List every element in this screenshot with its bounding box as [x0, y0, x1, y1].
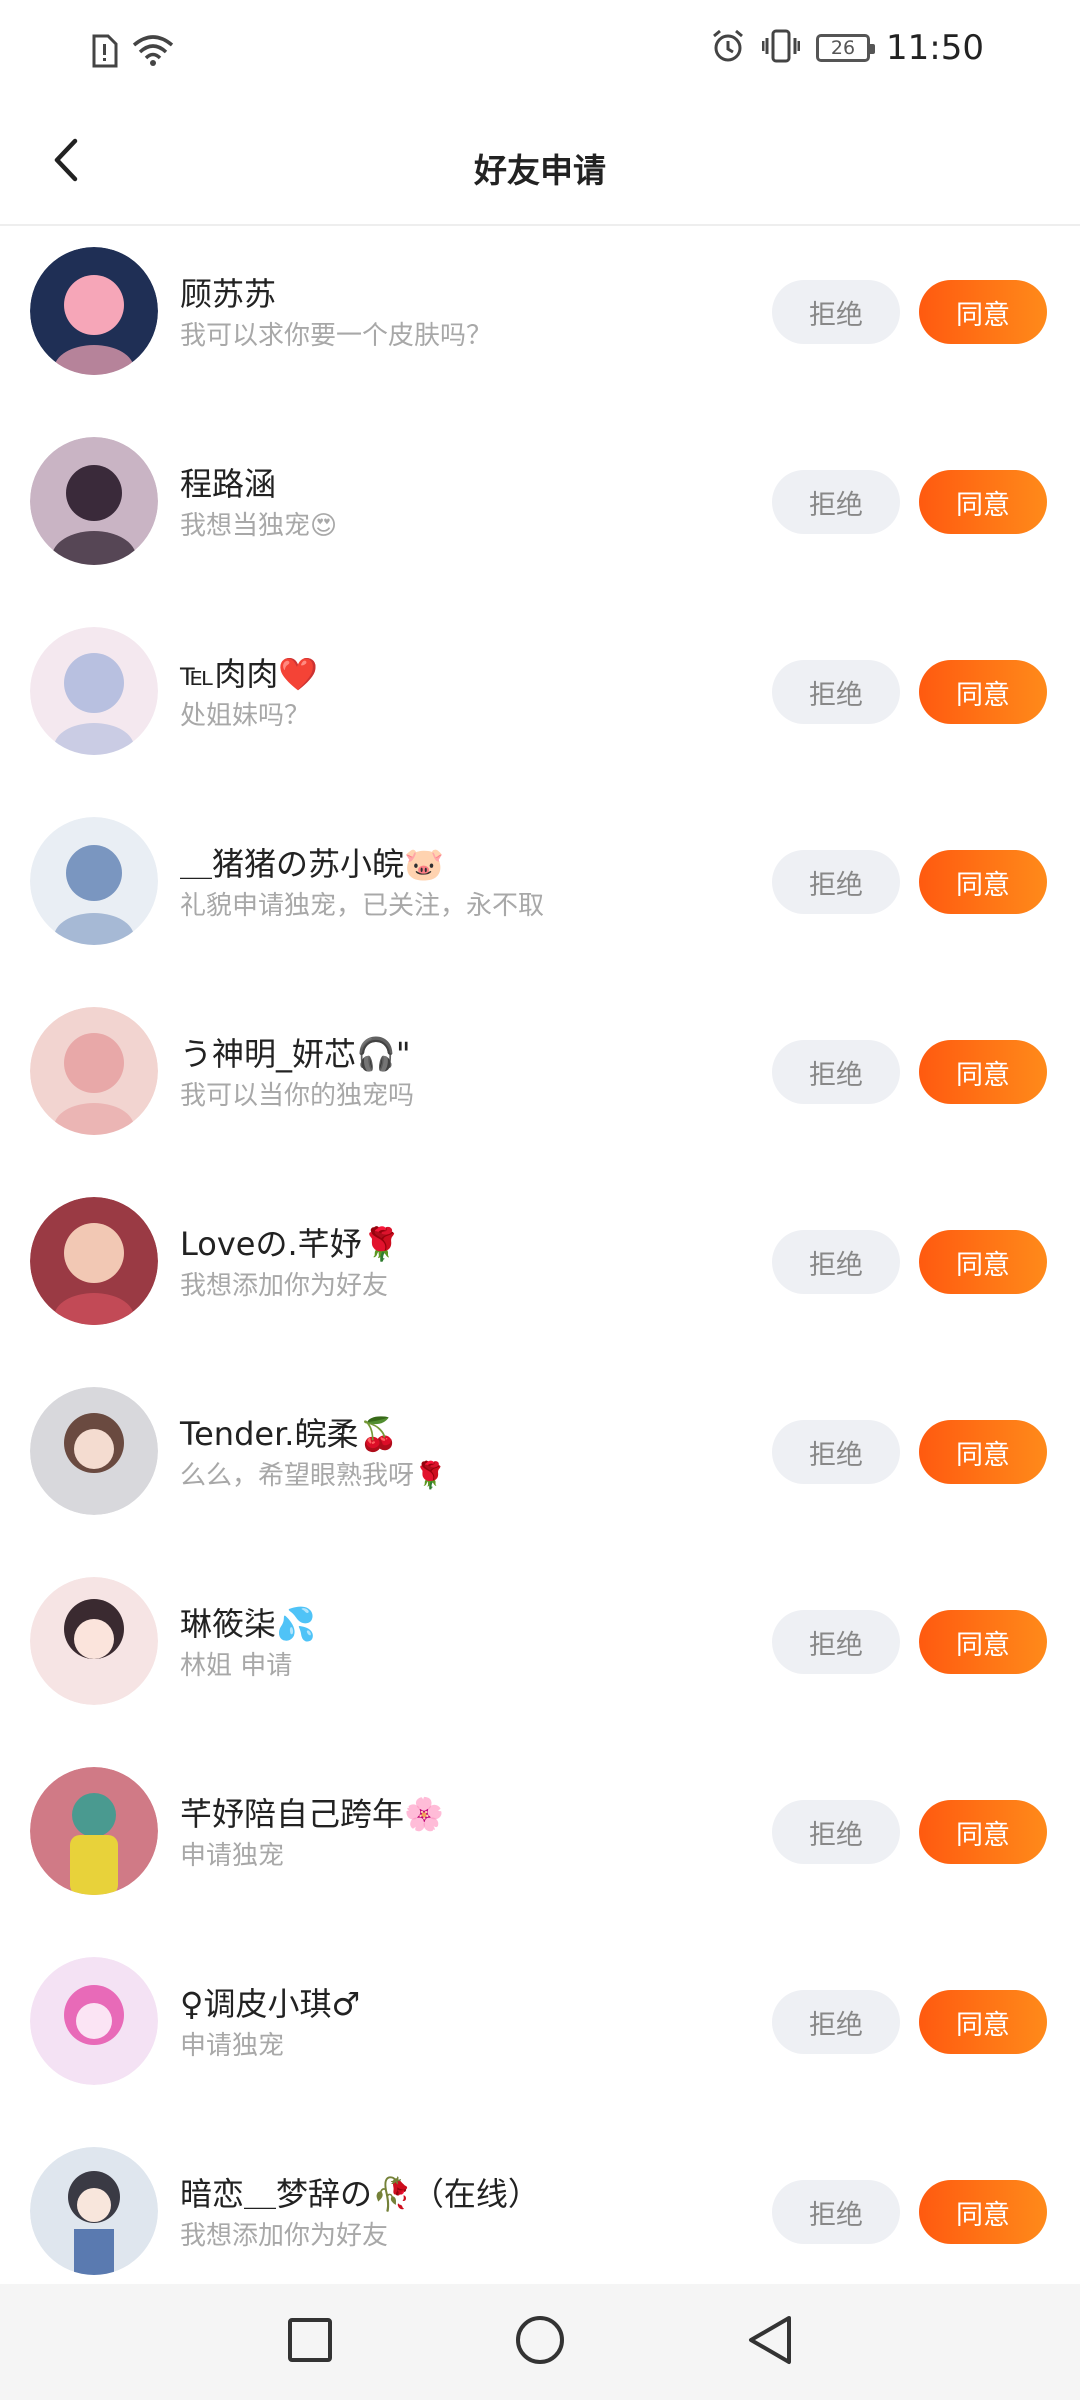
request-message: 我想添加你为好友: [180, 1271, 389, 1301]
requester-name: Tender.皖柔🍒: [180, 1415, 399, 1453]
request-item: 程路涵 我想当独宠😍 拒绝 同意: [0, 416, 1080, 606]
page-title: 好友申请: [474, 151, 606, 190]
status-bar: 26 11:50: [0, 0, 1080, 104]
system-back-button[interactable]: [738, 2310, 802, 2374]
requester-name: ♀调皮小琪♂: [180, 1985, 361, 2023]
accept-button[interactable]: 同意: [919, 1230, 1047, 1294]
avatar[interactable]: [30, 2147, 158, 2275]
request-item: ♀调皮小琪♂ 申请独宠 拒绝 同意: [0, 1936, 1080, 2126]
request-message: 申请独宠: [180, 1841, 285, 1871]
request-item: Loveの.芊妤🌹 我想添加你为好友 拒绝 同意: [0, 1176, 1080, 1366]
reject-button[interactable]: 拒绝: [772, 660, 900, 724]
status-left: [90, 34, 174, 72]
request-message: 么么，希望眼熟我呀🌹: [180, 1461, 447, 1491]
avatar[interactable]: [30, 1007, 158, 1135]
avatar[interactable]: [30, 817, 158, 945]
request-item: ℡肉肉❤️ 处姐妹吗？ 拒绝 同意: [0, 606, 1080, 796]
system-nav-bar: [0, 2284, 1080, 2400]
avatar[interactable]: [30, 1387, 158, 1515]
home-circle-icon: [514, 2314, 566, 2370]
reject-button[interactable]: 拒绝: [772, 1610, 900, 1674]
avatar[interactable]: [30, 247, 158, 375]
reject-button[interactable]: 拒绝: [772, 1990, 900, 2054]
avatar[interactable]: [30, 1767, 158, 1895]
request-item: Tender.皖柔🍒 么么，希望眼熟我呀🌹 拒绝 同意: [0, 1366, 1080, 1556]
requester-name: 暗恋＿梦辞の🥀（在线）: [180, 2175, 540, 2213]
accept-button[interactable]: 同意: [919, 2180, 1047, 2244]
accept-button[interactable]: 同意: [919, 470, 1047, 534]
accept-button[interactable]: 同意: [919, 280, 1047, 344]
reject-button[interactable]: 拒绝: [772, 470, 900, 534]
requester-name: 顾苏苏: [180, 275, 277, 313]
avatar[interactable]: [30, 1577, 158, 1705]
reject-button[interactable]: 拒绝: [772, 1040, 900, 1104]
avatar[interactable]: [30, 1197, 158, 1325]
header: 好友申请: [0, 104, 1080, 226]
request-item: ＿猪猪の苏小皖🐷 礼貌申请独宠，已关注，永不取 拒绝 同意: [0, 796, 1080, 986]
reject-button[interactable]: 拒绝: [772, 2180, 900, 2244]
sim-alert-icon: [90, 34, 118, 72]
battery-icon: 26: [816, 34, 876, 62]
reject-button[interactable]: 拒绝: [772, 1420, 900, 1484]
recents-button[interactable]: [278, 2310, 342, 2374]
wifi-icon: [132, 35, 174, 71]
request-item: 顾苏苏 我可以求你要一个皮肤吗？ 拒绝 同意: [0, 226, 1080, 416]
clock: 11:50: [886, 28, 984, 68]
request-message: 我可以当你的独宠吗: [180, 1081, 415, 1111]
accept-button[interactable]: 同意: [919, 1800, 1047, 1864]
request-message: 礼貌申请独宠，已关注，永不取: [180, 891, 545, 921]
accept-button[interactable]: 同意: [919, 1040, 1047, 1104]
back-triangle-icon: [745, 2314, 795, 2370]
accept-button[interactable]: 同意: [919, 1610, 1047, 1674]
request-message: 林姐 申请: [180, 1651, 293, 1681]
reject-button[interactable]: 拒绝: [772, 280, 900, 344]
requester-name: 琳筱柒💦: [180, 1605, 316, 1643]
accept-button[interactable]: 同意: [919, 1420, 1047, 1484]
accept-button[interactable]: 同意: [919, 660, 1047, 724]
request-message: 我想当独宠😍: [180, 511, 338, 541]
request-item: う神明_妍芯🎧" 我可以当你的独宠吗 拒绝 同意: [0, 986, 1080, 1176]
alarm-icon: [710, 28, 746, 68]
friend-request-list[interactable]: 顾苏苏 我可以求你要一个皮肤吗？ 拒绝 同意 程路涵 我想当独宠😍 拒绝 同意 …: [0, 226, 1080, 2284]
request-item: 琳筱柒💦 林姐 申请 拒绝 同意: [0, 1556, 1080, 1746]
request-message: 我想添加你为好友: [180, 2221, 389, 2251]
accept-button[interactable]: 同意: [919, 850, 1047, 914]
reject-button[interactable]: 拒绝: [772, 850, 900, 914]
requester-name: ℡肉肉❤️: [180, 655, 319, 693]
request-message: 我可以求你要一个皮肤吗？: [180, 321, 493, 351]
request-item: 暗恋＿梦辞の🥀（在线） 我想添加你为好友 拒绝 同意: [0, 2126, 1080, 2284]
battery-level: 26: [830, 37, 856, 59]
home-button[interactable]: [508, 2310, 572, 2374]
avatar[interactable]: [30, 437, 158, 565]
vibrate-icon: [761, 28, 801, 68]
request-item: 芊妤陪自己跨年🌸 申请独宠 拒绝 同意: [0, 1746, 1080, 1936]
requester-name: 芊妤陪自己跨年🌸: [180, 1795, 444, 1833]
reject-button[interactable]: 拒绝: [772, 1800, 900, 1864]
request-message: 处姐妹吗？: [180, 701, 311, 731]
reject-button[interactable]: 拒绝: [772, 1230, 900, 1294]
avatar[interactable]: [30, 1957, 158, 2085]
requester-name: Loveの.芊妤🌹: [180, 1225, 402, 1263]
requester-name: ＿猪猪の苏小皖🐷: [180, 845, 444, 883]
status-right: 26 11:50: [710, 28, 984, 68]
recents-square-icon: [286, 2316, 334, 2368]
requester-name: 程路涵: [180, 465, 277, 503]
requester-name: う神明_妍芯🎧": [180, 1035, 411, 1073]
avatar[interactable]: [30, 627, 158, 755]
accept-button[interactable]: 同意: [919, 1990, 1047, 2054]
request-message: 申请独宠: [180, 2031, 285, 2061]
